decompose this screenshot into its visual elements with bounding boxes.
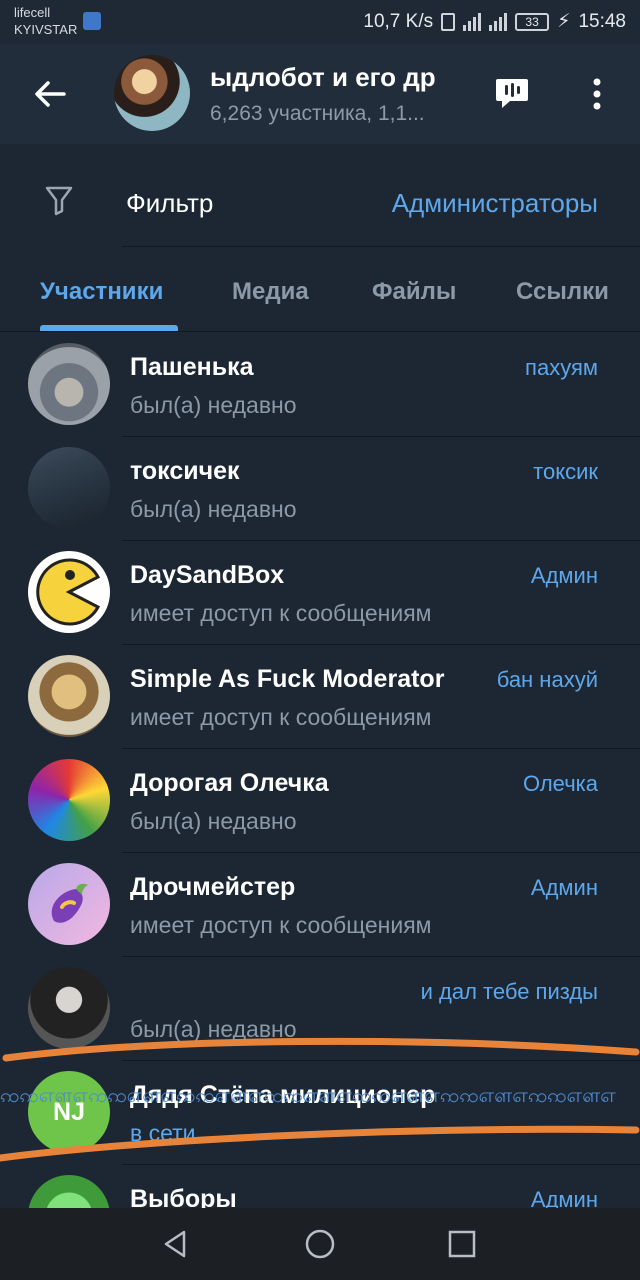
member-name: DaySandBox (130, 561, 285, 589)
list-item[interactable]: был(а) недавно и дал тебе пизды (0, 957, 640, 1061)
carrier-info: lifecell KYIVSTAR (14, 4, 77, 38)
chat-title[interactable]: ыдлобот и его др (210, 62, 466, 93)
filter-icon (45, 186, 73, 216)
member-role: Админ (530, 875, 598, 900)
list-item[interactable]: токсичек был(а) недавно токсик (0, 437, 640, 541)
member-status: был(а) недавно (130, 808, 297, 834)
status-bar: lifecell KYIVSTAR 10,7 K/s 33 ⚡ 15:48 (0, 0, 640, 44)
triangle-back-icon[interactable] (158, 1226, 194, 1262)
member-status: имеет доступ к сообщениям (130, 600, 432, 626)
pacman-icon (36, 558, 101, 626)
member-name: Дрочмейстер (130, 873, 296, 901)
avatar (28, 967, 110, 1049)
eggplant-icon (51, 883, 88, 923)
filter-row[interactable]: Фильтр Администраторы (0, 144, 640, 248)
member-role: пахуям (525, 355, 598, 380)
list-item[interactable]: Simple As Fuck Moderator имеет доступ к … (0, 645, 640, 749)
member-role: и дал тебе пизды (420, 979, 598, 1004)
filter-value[interactable]: Администраторы (392, 188, 598, 219)
member-role: Олечка (522, 771, 598, 796)
member-status: имеет доступ к сообщениям (130, 704, 432, 730)
avatar (28, 863, 110, 945)
member-role: токсик (533, 459, 598, 484)
member-name: Дорогая Олечка (130, 769, 329, 797)
avatar (28, 759, 110, 841)
overlay-symbol-text: ꩡꩡஎளஎꩡꩡஎளஎꩡꩡஎளஎꩡꩡஎளஎꩡꩡஎளஎꩡꩡஎளஎꩡꩡஎளஎ (0, 1085, 616, 1107)
member-role: Админ (530, 563, 598, 588)
signal-bars-icon (463, 12, 482, 31)
circle-home-icon[interactable] (302, 1226, 338, 1262)
clock: 15:48 (578, 10, 626, 32)
member-status: в сети (130, 1120, 196, 1146)
chat-subtitle[interactable]: 6,263 участника, 1,1... (210, 102, 425, 126)
list-item[interactable]: Дрочмейстер имеет доступ к сообщениям Ад… (0, 853, 640, 957)
active-tab-indicator (40, 325, 178, 331)
member-status: был(а) недавно (130, 1016, 297, 1042)
list-item[interactable]: NJ Дядя Стёпа милиционер в сети (0, 1061, 640, 1165)
tab-bar: Участники Медиа Файлы Ссылки (0, 248, 640, 332)
tab-links[interactable]: Ссылки (516, 278, 609, 306)
member-name: Пашенька (130, 353, 254, 381)
status-right: 10,7 K/s 33 ⚡ 15:48 (363, 10, 626, 33)
square-recents-icon[interactable] (444, 1226, 480, 1262)
net-speed: 10,7 K/s (363, 10, 434, 32)
list-item[interactable]: DaySandBox имеет доступ к сообщениям Адм… (0, 541, 640, 645)
tab-files[interactable]: Файлы (372, 278, 456, 306)
vibrate-icon (441, 12, 456, 31)
voice-chat-icon[interactable] (494, 76, 530, 110)
chat-header: ыдлобот и его др 6,263 участника, 1,1... (0, 44, 640, 144)
divider (122, 246, 640, 247)
vpn-shield-icon (83, 12, 101, 30)
filter-label: Фильтр (126, 188, 214, 218)
arrow-left-icon[interactable] (30, 74, 70, 114)
avatar (28, 447, 110, 529)
list-item[interactable]: Пашенька был(а) недавно пахуям (0, 333, 640, 437)
list-item[interactable]: Дорогая Олечка был(а) недавно Олечка (0, 749, 640, 853)
member-name: Simple As Fuck Moderator (130, 665, 445, 693)
tab-media[interactable]: Медиа (232, 278, 309, 306)
member-status: имеет доступ к сообщениям (130, 912, 432, 938)
member-role: бан нахуй (496, 667, 598, 692)
signal-bars-2-icon (489, 12, 508, 31)
avatar (28, 655, 110, 737)
charging-icon: ⚡ (557, 11, 571, 32)
member-status: был(а) недавно (130, 392, 297, 418)
carrier-line2: KYIVSTAR (14, 22, 78, 37)
system-nav-bar (0, 1208, 640, 1280)
tab-members[interactable]: Участники (40, 278, 163, 306)
member-status: был(а) недавно (130, 496, 297, 522)
more-vertical-icon[interactable] (584, 74, 610, 114)
avatar (28, 343, 110, 425)
battery-icon: 33 (515, 12, 550, 31)
member-name: токсичек (130, 457, 240, 485)
avatar (28, 551, 110, 633)
chat-avatar[interactable] (114, 55, 190, 131)
carrier-line1: lifecell (14, 5, 51, 20)
